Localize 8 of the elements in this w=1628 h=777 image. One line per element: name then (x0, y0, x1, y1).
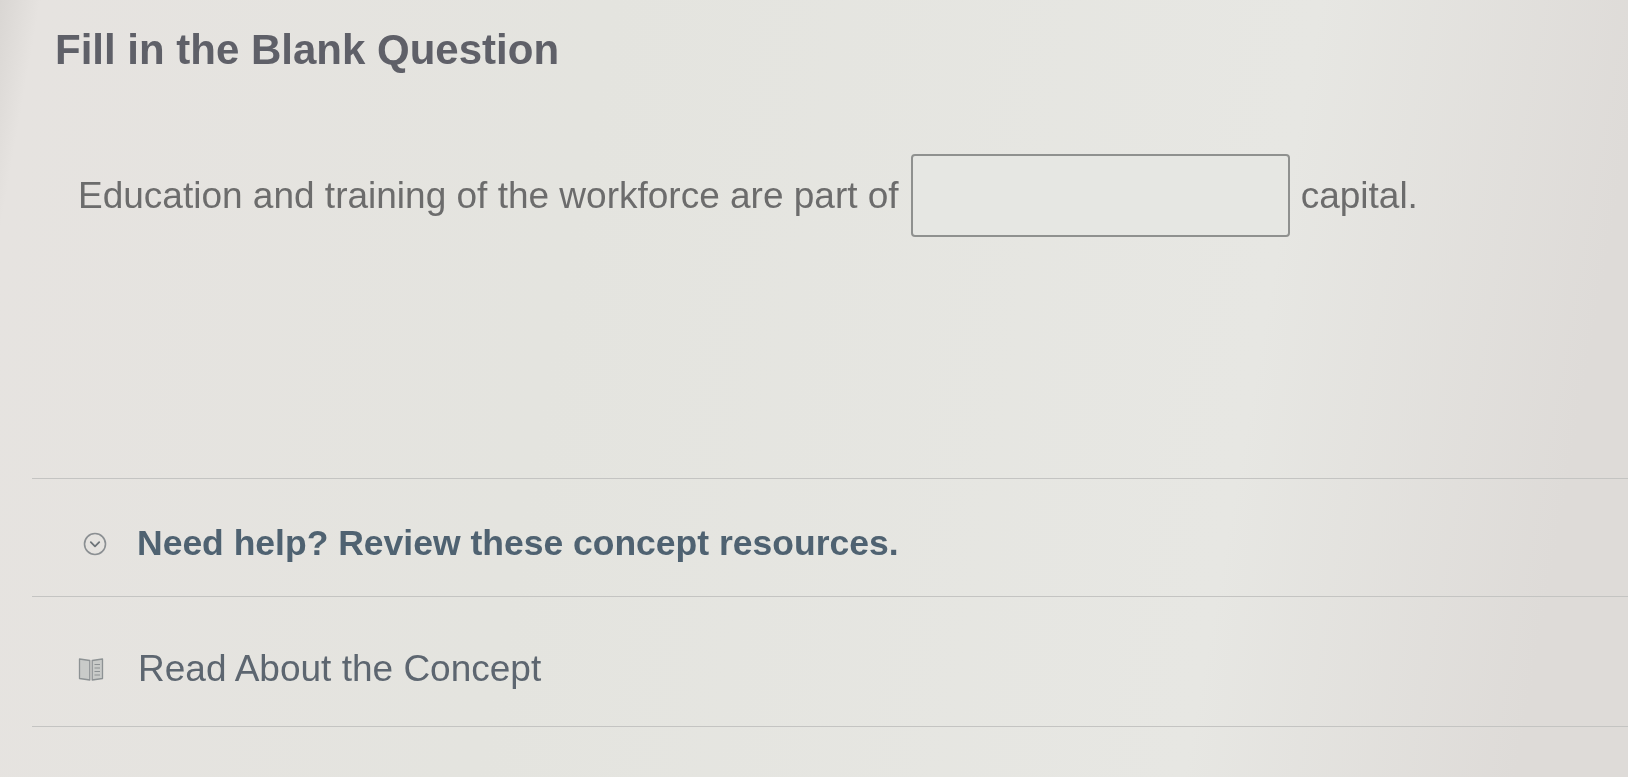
question-text: Education and training of the workforce are part of (78, 174, 899, 217)
help-toggle[interactable]: Need help? Review these concept resources. (83, 523, 899, 564)
answer-box[interactable] (910, 154, 1290, 237)
question-text: capital. (1300, 174, 1418, 217)
book-icon (78, 655, 104, 682)
resource-link[interactable]: Read About the Concept (78, 647, 542, 690)
question-title: Fill in the Blank Question (55, 25, 561, 75)
chevron-circle-icon (83, 531, 107, 556)
